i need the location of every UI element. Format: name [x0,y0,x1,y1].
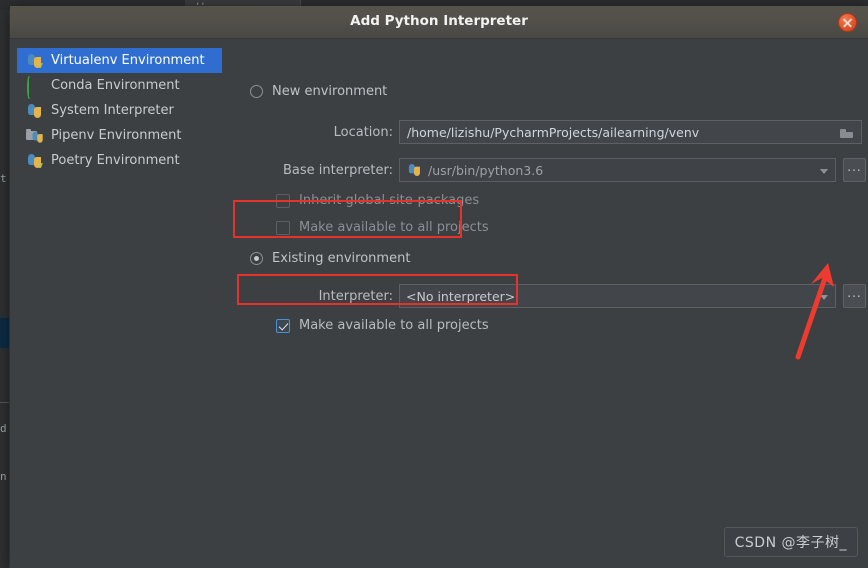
location-label: Location: [333,125,393,140]
interpreter-settings-panel: New environment Location: /home/lizishu/… [242,39,868,568]
dialog-title: Add Python Interpreter [350,13,528,29]
interpreter-combobox[interactable]: <No interpreter> [399,284,836,308]
existing-env-make-available-label: Make available to all projects [299,318,489,333]
sidebar-item-virtualenv-environment[interactable]: v Virtualenv Environment [17,48,222,73]
pipenv-folder-icon [26,128,43,144]
python-icon [407,163,421,177]
radio-icon-existing-environment[interactable] [250,252,263,265]
base-interpreter-value: /usr/bin/python3.6 [428,162,544,178]
sidebar-item-label: Conda Environment [51,78,180,93]
base-interpreter-browse-button[interactable]: ... [843,158,866,182]
interpreter-label: Interpreter: [318,289,393,304]
background-editor-column [0,10,9,568]
sidebar-item-label: System Interpreter [51,103,174,118]
location-input[interactable]: /home/lizishu/PycharmProjects/ailearning… [399,120,862,144]
existing-environment-label: Existing environment [272,251,411,266]
base-interpreter-label: Base interpreter: [283,163,393,178]
add-python-interpreter-dialog: Add Python Interpreter v Virtualenv Envi… [10,6,868,568]
sidebar-item-system-interpreter[interactable]: System Interpreter [17,98,222,123]
sidebar-item-conda-environment[interactable]: Conda Environment [17,73,222,99]
existing-environment-radio-row[interactable]: Existing environment [250,251,410,266]
checkbox-icon-make-available-existing-env[interactable] [276,318,290,333]
new-env-make-available-to-all-projects-row[interactable]: Make available to all projects [276,220,489,235]
interpreter-value: <No interpreter> [406,288,516,304]
python-venv-icon: v [26,53,43,70]
python-venv-icon: v [26,153,43,170]
location-value: /home/lizishu/PycharmProjects/ailearning… [407,124,700,140]
background-selected-row [0,318,9,348]
folder-icon[interactable] [840,129,853,138]
base-interpreter-combobox[interactable]: /usr/bin/python3.6 [399,158,836,182]
sidebar-item-pipenv-environment[interactable]: Pipenv Environment [17,123,222,148]
screenshot-root: ;; t d a n Add Python Interpreter v Virt… [0,0,868,568]
background-editor-text-3: n [0,470,7,483]
chevron-down-icon[interactable] [820,295,828,300]
new-environment-radio-row[interactable]: New environment [250,84,387,99]
background-editor-text-1: t [0,172,7,185]
sidebar-item-label: Pipenv Environment [51,128,182,143]
inherit-global-site-packages-label: Inherit global site-packages [299,193,480,208]
interpreter-browse-button[interactable]: ... [843,284,866,308]
sidebar-item-label: Virtualenv Environment [51,53,205,68]
sidebar-item-label: Poetry Environment [51,153,180,168]
dialog-body: v Virtualenv Environment Conda Environme… [10,39,868,568]
checkbox-icon-make-available-new-env[interactable] [276,220,290,235]
checkbox-icon-inherit-global-site-packages[interactable] [276,193,290,208]
python-icon [26,103,42,119]
inherit-global-site-packages-row[interactable]: Inherit global site-packages [276,193,479,208]
watermark: CSDN @李子树_ [723,527,858,557]
new-environment-label: New environment [272,84,388,99]
sidebar-item-poetry-environment[interactable]: v Poetry Environment [17,148,222,173]
conda-icon [26,75,42,99]
dialog-title-bar[interactable]: Add Python Interpreter [10,6,868,39]
environment-type-sidebar: v Virtualenv Environment Conda Environme… [17,48,222,173]
new-env-make-available-label: Make available to all projects [299,220,489,235]
existing-env-make-available-to-all-projects-row[interactable]: Make available to all projects [276,318,489,333]
radio-icon-new-environment[interactable] [250,85,263,98]
background-divider [0,402,9,403]
close-icon[interactable] [838,13,857,32]
chevron-down-icon[interactable] [820,169,828,174]
